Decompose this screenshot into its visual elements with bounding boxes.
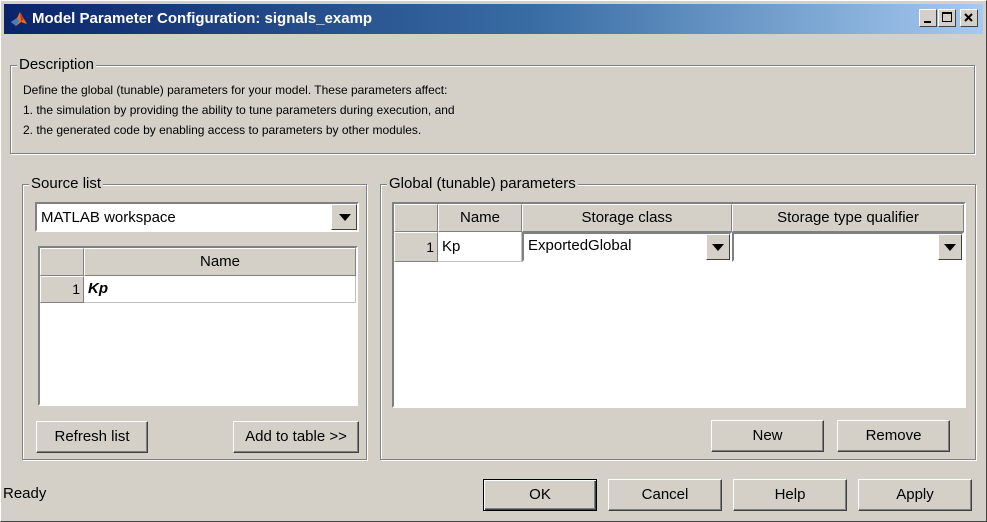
source-dropdown[interactable]: MATLAB workspace <box>35 202 359 232</box>
source-row-index[interactable]: 1 <box>40 276 84 303</box>
source-dropdown-button[interactable] <box>331 204 357 230</box>
status-text: Ready <box>3 485 47 502</box>
storage-class-dropdown-button[interactable] <box>706 234 730 260</box>
source-table-corner <box>40 248 84 276</box>
parameters-table: Name Storage class Storage type qualifie… <box>392 202 966 408</box>
source-table: Name 1 Kp <box>38 246 358 406</box>
cancel-button[interactable]: Cancel <box>608 479 722 511</box>
global-parameters-group: Global (tunable) parameters Name Storage… <box>380 175 976 460</box>
apply-button[interactable]: Apply <box>858 479 972 511</box>
model-parameter-dialog: Model Parameter Configuration: signals_e… <box>0 0 987 522</box>
description-line-1: Define the global (tunable) parameters f… <box>23 83 448 97</box>
refresh-list-button[interactable]: Refresh list <box>36 421 148 453</box>
source-list-group: Source list MATLAB workspace Name 1 Kp R… <box>22 175 367 460</box>
description-group: Description Define the global (tunable) … <box>10 56 975 154</box>
params-col-name[interactable]: Name <box>438 204 522 232</box>
params-col-storage-class[interactable]: Storage class <box>522 204 732 232</box>
global-parameters-legend: Global (tunable) parameters <box>387 175 578 193</box>
description-line-2: 1. the simulation by providing the abili… <box>23 103 455 117</box>
description-legend: Description <box>17 56 97 74</box>
params-row-index[interactable]: 1 <box>394 232 438 262</box>
chevron-down-icon <box>712 244 724 251</box>
new-button[interactable]: New <box>711 420 824 452</box>
source-col-name[interactable]: Name <box>84 248 356 276</box>
window-title: Model Parameter Configuration: signals_e… <box>32 10 373 27</box>
storage-qualifier-dropdown-button[interactable] <box>938 234 962 260</box>
chevron-down-icon <box>339 214 351 221</box>
close-button[interactable] <box>960 9 978 27</box>
params-row-name[interactable]: Kp <box>438 232 522 262</box>
title-bar[interactable]: Model Parameter Configuration: signals_e… <box>4 4 983 34</box>
description-line-3: 2. the generated code by enabling access… <box>23 123 422 137</box>
help-button[interactable]: Help <box>733 479 847 511</box>
source-row-name[interactable]: Kp <box>84 276 356 303</box>
params-table-corner <box>394 204 438 232</box>
source-table-empty-area <box>40 303 356 404</box>
chevron-down-icon <box>944 244 956 251</box>
params-table-empty-area <box>394 262 964 406</box>
ok-button[interactable]: OK <box>483 479 597 511</box>
storage-class-dropdown[interactable]: ExportedGlobal <box>522 232 732 262</box>
minimize-button[interactable] <box>919 9 937 27</box>
close-icon <box>964 13 973 22</box>
matlab-icon <box>11 12 27 26</box>
storage-class-value: ExportedGlobal <box>528 237 632 254</box>
storage-qualifier-dropdown[interactable] <box>732 232 964 262</box>
remove-button[interactable]: Remove <box>837 420 950 452</box>
params-col-storage-qualifier[interactable]: Storage type qualifier <box>732 204 964 232</box>
minimize-icon <box>924 21 931 23</box>
maximize-button[interactable] <box>938 9 956 27</box>
source-list-legend: Source list <box>29 175 104 193</box>
source-value: MATLAB workspace <box>41 209 176 226</box>
add-to-table-button[interactable]: Add to table >> <box>233 421 359 453</box>
maximize-icon <box>942 12 952 22</box>
